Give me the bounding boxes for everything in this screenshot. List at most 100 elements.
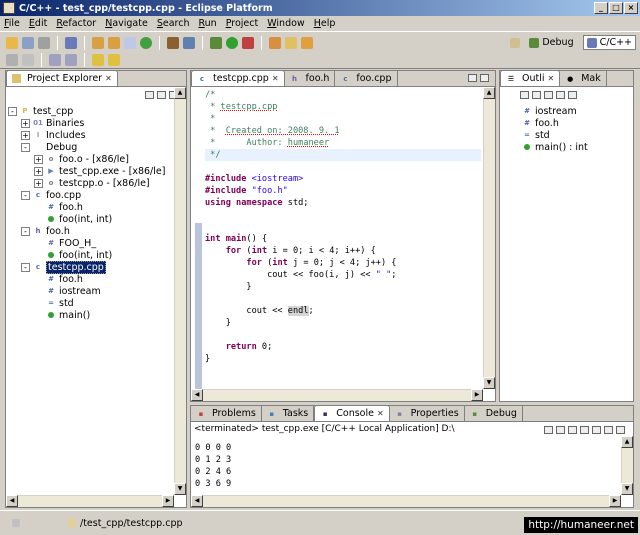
tree-item[interactable]: + ▶ test_cpp.exe - [x86/le] <box>8 165 184 177</box>
hide-fields-icon[interactable] <box>532 91 541 99</box>
collapse-icon[interactable]: - <box>21 262 30 272</box>
build-icon[interactable] <box>65 37 77 49</box>
search-icon[interactable] <box>301 37 313 49</box>
tree-item[interactable]: - c testcpp.cpp <box>8 260 184 274</box>
debug-run-icon[interactable] <box>210 37 222 49</box>
editor-vscrollbar[interactable]: ▲ ▼ <box>483 87 495 389</box>
scroll-left-button[interactable]: ◀ <box>191 389 203 401</box>
tab-editor-file[interactable]: h foo.h <box>285 71 336 86</box>
annotation-icon[interactable] <box>22 54 34 66</box>
menu-help[interactable]: Help <box>314 18 336 29</box>
menu-navigate[interactable]: Navigate <box>105 18 148 29</box>
outline-item[interactable]: main() : int <box>506 141 631 153</box>
menu-search[interactable]: Search <box>157 18 190 29</box>
scroll-down-button[interactable]: ▼ <box>621 483 633 495</box>
sort-icon[interactable] <box>520 91 529 99</box>
scroll-right-button[interactable]: ▶ <box>162 495 174 507</box>
tree-item[interactable]: foo(int, int) <box>8 249 184 261</box>
collapse-icon[interactable]: - <box>21 142 30 152</box>
tree-item[interactable]: main() <box>8 309 184 321</box>
expand-icon[interactable]: + <box>34 178 43 188</box>
tree-item[interactable]: + I Includes <box>8 129 184 141</box>
open-type-icon[interactable] <box>269 37 281 49</box>
external-tools-icon[interactable] <box>242 37 254 49</box>
tab-project-explorer[interactable]: Project Explorer ✕ <box>6 70 118 86</box>
tree-item[interactable]: + o foo.o - [x86/le] <box>8 153 184 165</box>
expand-icon[interactable]: + <box>21 118 30 128</box>
close-button[interactable]: × <box>624 2 638 14</box>
close-icon[interactable]: ✕ <box>548 74 555 83</box>
console-vscrollbar[interactable]: ▲ ▼ <box>621 436 633 495</box>
tree-item[interactable]: - h foo.h <box>8 225 184 237</box>
scroll-up-button[interactable]: ▲ <box>174 87 186 99</box>
scroll-left-button[interactable]: ◀ <box>191 495 203 507</box>
outline-item[interactable]: = std <box>506 129 631 141</box>
fast-view-icon[interactable] <box>12 519 20 527</box>
scroll-left-button[interactable]: ◀ <box>6 495 18 507</box>
console-hscrollbar[interactable]: ◀ ▶ <box>191 495 621 507</box>
maximize-view-icon[interactable] <box>480 74 489 82</box>
scroll-up-button[interactable]: ▲ <box>621 436 633 448</box>
scroll-up-button[interactable]: ▲ <box>483 87 495 99</box>
view-menu-icon[interactable] <box>568 91 577 99</box>
clear-console-icon[interactable] <box>568 426 577 434</box>
next-annotation-icon[interactable] <box>49 54 61 66</box>
hammer-icon[interactable] <box>167 37 179 49</box>
tab-problems[interactable]: ▪ Problems <box>191 406 262 421</box>
tab-outline[interactable]: ● Mak <box>560 71 607 86</box>
scroll-right-button[interactable]: ▶ <box>609 495 621 507</box>
tab-editor-file[interactable]: c testcpp.cpp ✕ <box>191 70 285 86</box>
link-editor-icon[interactable] <box>157 91 166 99</box>
hide-static-icon[interactable] <box>544 91 553 99</box>
outline-item[interactable]: # foo.h <box>506 117 631 129</box>
minimize-view-icon[interactable] <box>468 74 477 82</box>
scroll-down-button[interactable]: ▼ <box>174 483 186 495</box>
tree-item[interactable]: - Debug <box>8 141 184 153</box>
menu-refactor[interactable]: Refactor <box>56 18 96 29</box>
tab-console[interactable]: ▪ Console ✕ <box>314 405 390 421</box>
new-class-icon[interactable] <box>140 37 152 49</box>
scroll-down-button[interactable]: ▼ <box>483 377 495 389</box>
close-icon[interactable]: ✕ <box>105 74 112 83</box>
run-icon[interactable] <box>226 37 238 49</box>
tab-editor-file[interactable]: c foo.cpp <box>335 71 398 86</box>
collapse-icon[interactable]: - <box>8 106 17 116</box>
print-icon[interactable] <box>38 37 50 49</box>
tree-item[interactable]: + o testcpp.o - [x86/le] <box>8 177 184 189</box>
terminate-icon[interactable] <box>556 426 565 434</box>
scroll-lock-icon[interactable] <box>580 426 589 434</box>
maximize-button[interactable]: □ <box>609 2 623 14</box>
expand-icon[interactable]: + <box>34 166 43 176</box>
prev-annotation-icon[interactable] <box>65 54 77 66</box>
close-icon[interactable]: ✕ <box>272 74 279 83</box>
tab-properties[interactable]: ▪ Properties <box>390 406 465 421</box>
save-icon[interactable] <box>22 37 34 49</box>
editor-hscrollbar[interactable]: ◀ ▶ <box>191 389 483 401</box>
menu-project[interactable]: Project <box>226 18 259 29</box>
perspective-cpp[interactable]: C/C++ <box>582 35 636 50</box>
tree-item[interactable]: # iostream <box>8 285 184 297</box>
explorer-vscrollbar[interactable]: ▲ ▼ <box>174 87 186 495</box>
open-element-icon[interactable] <box>285 37 297 49</box>
edit-icon[interactable] <box>6 54 18 66</box>
hide-nonpublic-icon[interactable] <box>556 91 565 99</box>
new-folder-icon[interactable] <box>108 37 120 49</box>
collapse-icon[interactable]: - <box>21 190 30 200</box>
new-file-icon[interactable] <box>124 37 136 49</box>
new-icon[interactable] <box>6 37 18 49</box>
target-icon[interactable] <box>183 37 195 49</box>
title-bar[interactable]: C/C++ - test_cpp/testcpp.cpp - Eclipse P… <box>0 0 640 16</box>
menu-run[interactable]: Run <box>198 18 216 29</box>
expand-icon[interactable]: + <box>34 154 43 164</box>
forward-icon[interactable] <box>108 54 120 66</box>
outline-item[interactable]: # iostream <box>506 105 631 117</box>
perspective-debug[interactable]: Debug <box>526 36 576 49</box>
collapse-icon[interactable]: - <box>21 226 30 236</box>
explorer-hscrollbar[interactable]: ◀ ▶ <box>6 495 174 507</box>
expand-icon[interactable]: + <box>21 130 30 140</box>
tree-item[interactable]: +01 Binaries <box>8 117 184 129</box>
minimize-button[interactable]: _ <box>594 2 608 14</box>
display-console-icon[interactable] <box>604 426 613 434</box>
tree-item[interactable]: # foo.h <box>8 201 184 213</box>
menu-edit[interactable]: Edit <box>29 18 47 29</box>
